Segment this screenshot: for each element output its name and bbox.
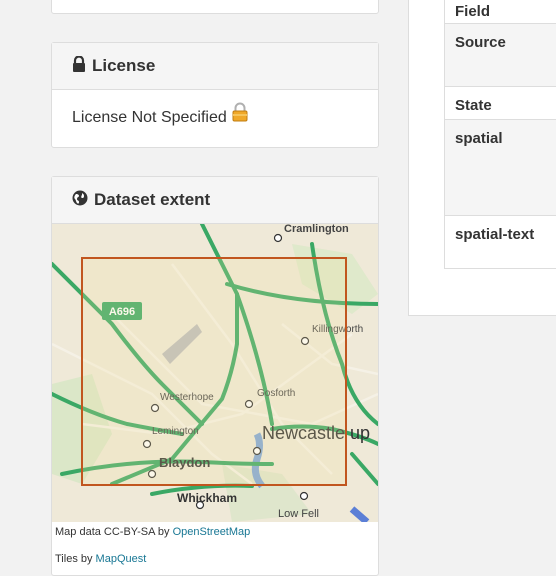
openstreetmap-link[interactable]: OpenStreetMap: [173, 526, 251, 538]
row-label-spatial-text: spatial-text: [455, 226, 535, 243]
table-row: spatial-text: [445, 215, 556, 268]
tiles-attribution: Tiles by MapQuest: [55, 553, 146, 565]
row-label-source: Source: [455, 34, 506, 51]
table-header-field: Field: [455, 3, 491, 20]
map-label-town8: Low Fell: [278, 508, 319, 520]
map-label-town1: Cramlington: [284, 224, 349, 235]
table-row: spatial: [445, 119, 556, 215]
license-title: License: [92, 56, 156, 75]
extent-map[interactable]: A696 Cramlington Killingworth Westerhope…: [52, 224, 378, 522]
additional-info-table: Field Source State spatial spatial-text: [444, 0, 556, 269]
tiles-text: Tiles by: [55, 553, 96, 565]
map-tiles: A696 Cramlington Killingworth Westerhope…: [52, 224, 378, 522]
map-label-town7: Whickham: [177, 491, 237, 505]
lock-icon: [72, 44, 86, 90]
extent-heading: Dataset extent: [52, 177, 378, 224]
extent-title: Dataset extent: [94, 190, 211, 209]
table-row: Source: [445, 23, 556, 86]
globe-icon: [72, 178, 88, 224]
extent-module: Dataset extent A696 Cramlington Killingw…: [51, 176, 379, 576]
mapquest-link[interactable]: MapQuest: [96, 553, 147, 565]
top-module: [51, 0, 379, 14]
lock-badge-icon: [231, 90, 249, 146]
map-attribution: Map data CC-BY-SA by OpenStreetMap: [55, 526, 250, 538]
attribution-text: Map data CC-BY-SA by: [55, 526, 173, 538]
row-label-state: State: [455, 97, 492, 114]
table-row: State: [445, 86, 556, 119]
license-body: License Not Specified: [52, 90, 378, 148]
license-module: License License Not Specified: [51, 42, 379, 148]
license-text: License Not Specified: [72, 109, 227, 127]
extent-rectangle: [81, 257, 347, 486]
table-row: Field: [445, 0, 556, 23]
row-label-spatial: spatial: [455, 130, 503, 147]
license-heading: License: [52, 43, 378, 90]
